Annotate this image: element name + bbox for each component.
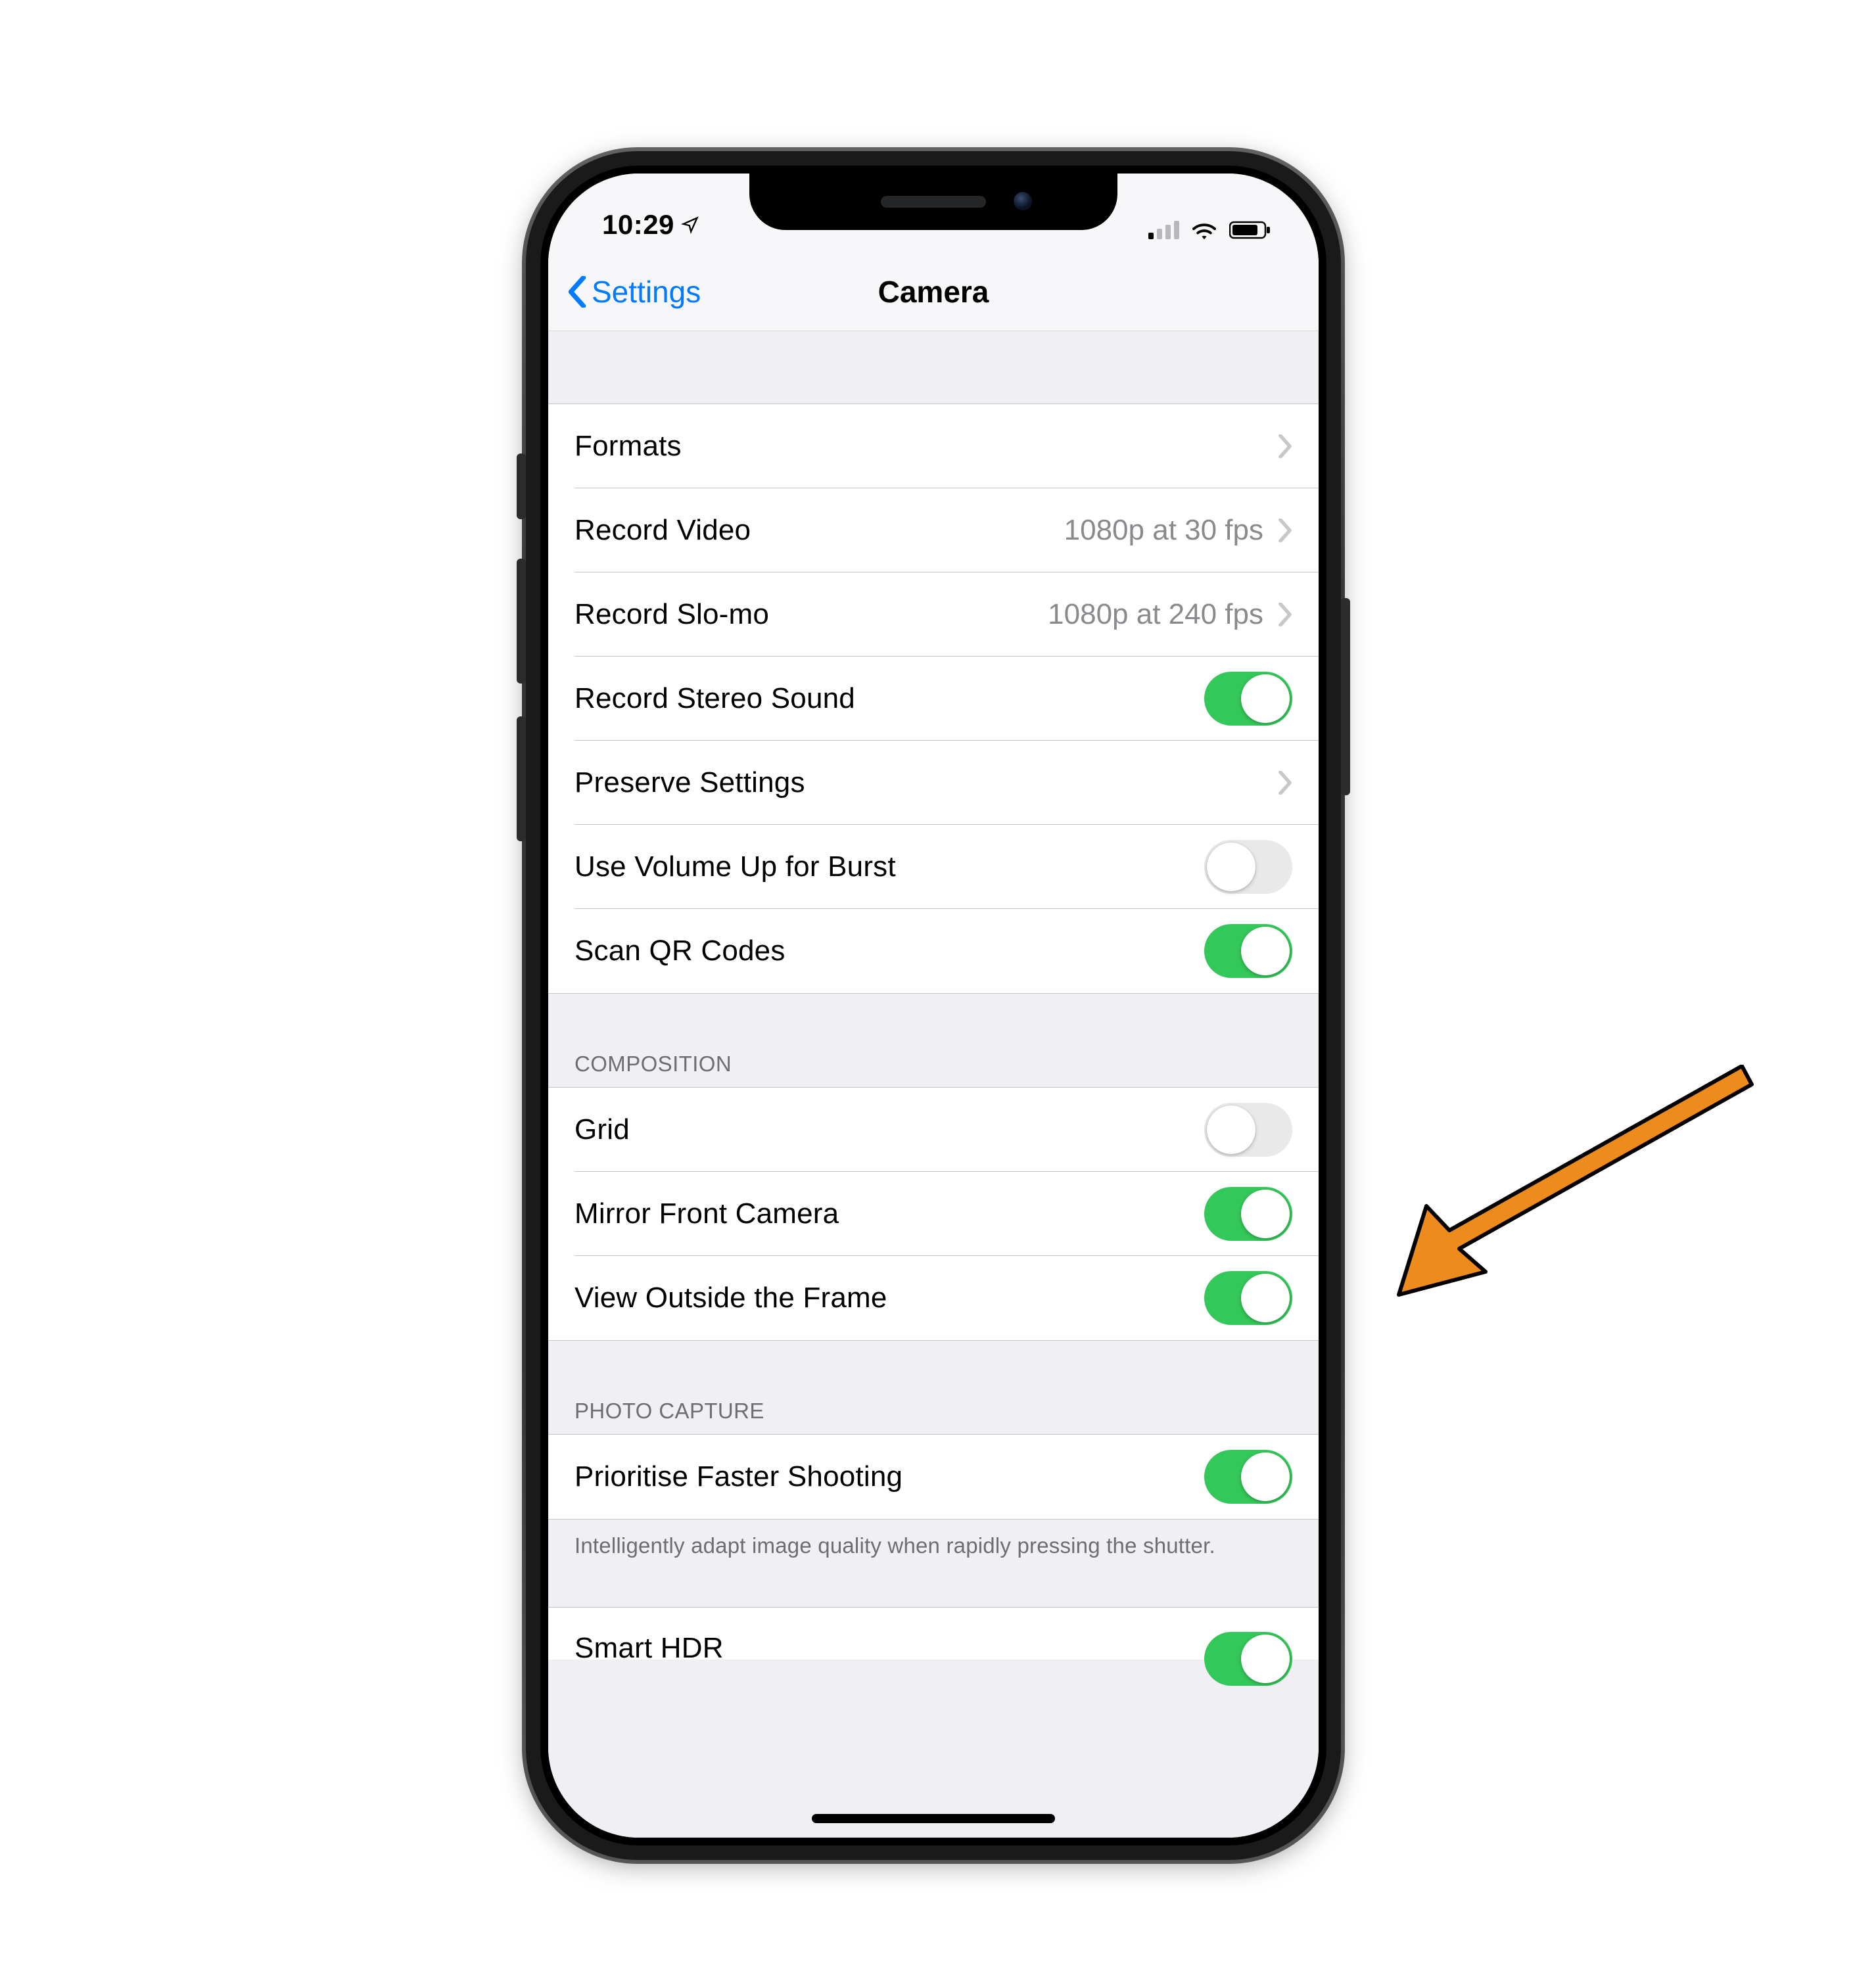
mute-switch — [517, 453, 526, 519]
row-label: Record Stereo Sound — [575, 682, 855, 715]
row-preserve-settings[interactable]: Preserve Settings — [548, 741, 1319, 825]
settings-rows-photo-capture: Prioritise Faster Shooting — [548, 1434, 1319, 1520]
battery-icon — [1229, 220, 1271, 240]
back-button[interactable]: Settings — [565, 274, 701, 310]
settings-rows-composition: Grid Mirror Front Camera View Outside th… — [548, 1087, 1319, 1341]
row-label: View Outside the Frame — [575, 1282, 887, 1314]
chevron-right-icon — [1278, 519, 1292, 542]
chevron-right-icon — [1278, 603, 1292, 626]
row-label: Formats — [575, 430, 682, 463]
row-detail: 1080p at 30 fps — [1064, 514, 1263, 547]
status-time-text: 10:29 — [602, 209, 674, 241]
status-time: 10:29 — [602, 209, 699, 241]
toggle-stereo-sound[interactable] — [1204, 672, 1292, 726]
speaker-grill — [881, 196, 986, 208]
volume-down-button — [517, 716, 526, 841]
row-prioritise-faster-shooting: Prioritise Faster Shooting — [548, 1435, 1319, 1519]
row-scan-qr: Scan QR Codes — [548, 909, 1319, 993]
row-grid: Grid — [548, 1088, 1319, 1172]
home-indicator[interactable] — [812, 1814, 1055, 1823]
settings-rows-general: Formats Record Video 1080p at 30 fps — [548, 404, 1319, 994]
toggle-volume-burst[interactable] — [1204, 840, 1292, 894]
row-mirror-front-camera: Mirror Front Camera — [548, 1172, 1319, 1256]
front-camera-dot — [1014, 192, 1032, 210]
toggle-mirror-front-camera[interactable] — [1204, 1187, 1292, 1241]
toggle-view-outside-frame[interactable] — [1204, 1271, 1292, 1325]
group-footer-photo-capture: Intelligently adapt image quality when r… — [548, 1520, 1319, 1561]
status-icons — [1148, 220, 1271, 241]
group-header-photo-capture: PHOTO CAPTURE — [548, 1399, 1319, 1434]
toggle-smart-hdr[interactable] — [1204, 1632, 1292, 1686]
row-label: Preserve Settings — [575, 766, 805, 799]
chevron-right-icon — [1278, 434, 1292, 458]
settings-group-photo-capture: PHOTO CAPTURE Prioritise Faster Shooting… — [548, 1399, 1319, 1561]
back-label: Settings — [592, 274, 701, 310]
notch — [749, 174, 1117, 230]
phone-inner: 10:29 — [540, 166, 1326, 1845]
nav-title: Camera — [878, 274, 989, 310]
row-label: Record Video — [575, 514, 751, 547]
row-label: Smart HDR — [575, 1632, 724, 1665]
cellular-icon — [1148, 221, 1179, 239]
volume-up-button — [517, 559, 526, 684]
row-formats[interactable]: Formats — [548, 404, 1319, 488]
row-record-slomo[interactable]: Record Slo-mo 1080p at 240 fps — [548, 572, 1319, 657]
row-view-outside-frame: View Outside the Frame — [548, 1256, 1319, 1340]
row-detail: 1080p at 240 fps — [1048, 598, 1263, 631]
group-header-composition: COMPOSITION — [548, 1052, 1319, 1087]
row-label: Mirror Front Camera — [575, 1197, 839, 1230]
row-stereo-sound: Record Stereo Sound — [548, 657, 1319, 741]
settings-content[interactable]: Formats Record Video 1080p at 30 fps — [548, 331, 1319, 1838]
chevron-left-icon — [565, 276, 589, 308]
row-record-video[interactable]: Record Video 1080p at 30 fps — [548, 488, 1319, 572]
row-volume-burst: Use Volume Up for Burst — [548, 825, 1319, 909]
row-label: Record Slo-mo — [575, 598, 769, 631]
row-smart-hdr: Smart HDR — [548, 1607, 1319, 1660]
nav-bar: Settings Camera — [548, 252, 1319, 331]
toggle-prioritise-faster-shooting[interactable] — [1204, 1450, 1292, 1504]
power-button — [1341, 598, 1350, 795]
annotation-arrow-icon — [1387, 1065, 1781, 1328]
screen: 10:29 — [548, 174, 1319, 1838]
row-label: Grid — [575, 1113, 630, 1146]
toggle-grid[interactable] — [1204, 1103, 1292, 1157]
wifi-icon — [1190, 220, 1219, 241]
phone-frame: 10:29 — [526, 151, 1341, 1860]
row-label: Prioritise Faster Shooting — [575, 1460, 903, 1493]
row-label: Use Volume Up for Burst — [575, 850, 896, 883]
location-icon — [681, 216, 699, 234]
settings-group-general: Formats Record Video 1080p at 30 fps — [548, 404, 1319, 994]
row-label: Scan QR Codes — [575, 935, 786, 967]
settings-group-composition: COMPOSITION Grid Mirror Front Camera Vie… — [548, 1052, 1319, 1341]
chevron-right-icon — [1278, 771, 1292, 795]
toggle-scan-qr[interactable] — [1204, 924, 1292, 978]
